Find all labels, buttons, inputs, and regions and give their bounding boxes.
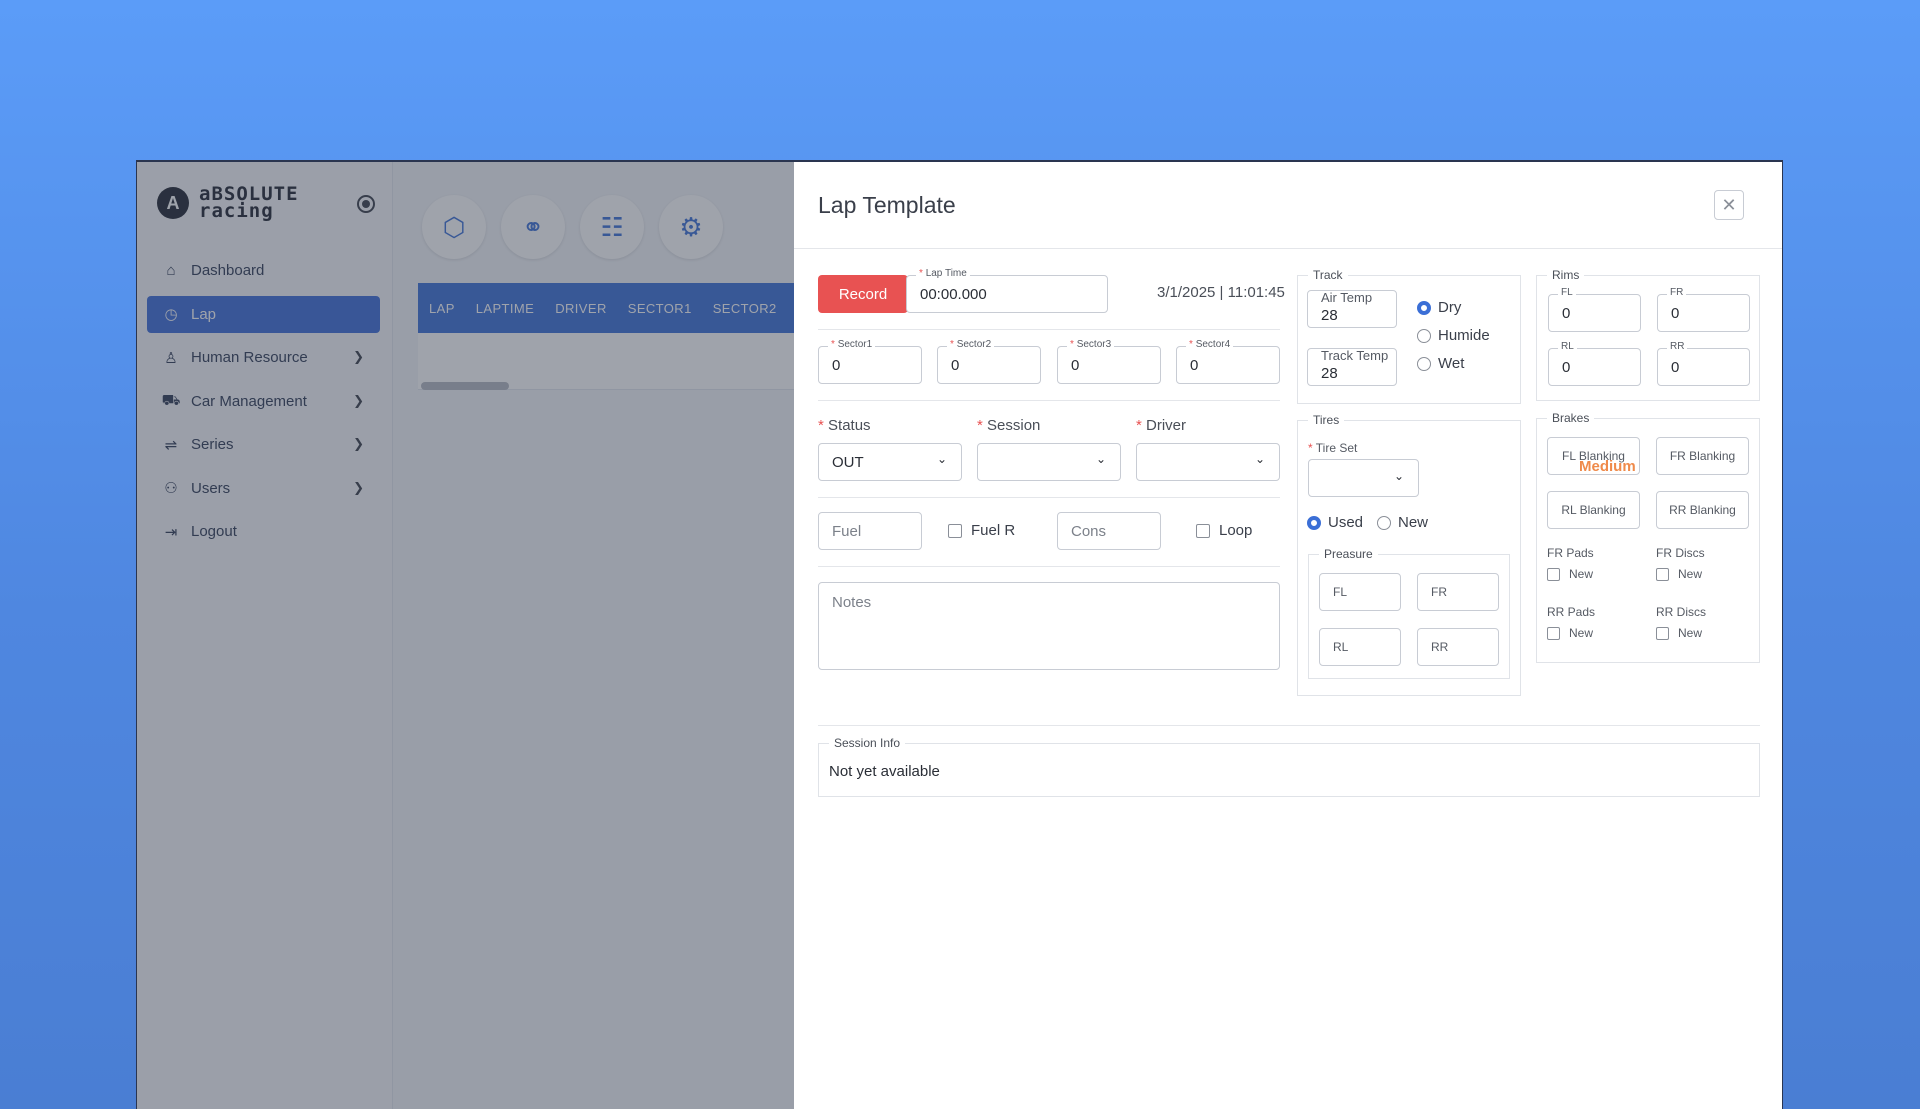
divider [794, 248, 1782, 249]
field-label: * Lap Time [916, 268, 970, 279]
pressure-rr-input[interactable]: RR [1417, 628, 1499, 666]
divider [818, 566, 1280, 567]
tire-set-select[interactable]: ⌄ [1308, 459, 1419, 497]
status-select[interactable]: OUT ⌄ [818, 443, 962, 481]
rr-blanking-button[interactable]: RR Blanking [1656, 491, 1749, 529]
rr-discs-new-checkbox[interactable]: New [1656, 626, 1702, 640]
lap-time-field[interactable]: * Lap Time 00:00.000 [906, 268, 1108, 313]
radio-dry[interactable]: Dry [1417, 299, 1461, 316]
notes-textarea[interactable]: Notes [818, 582, 1280, 670]
brakes-fieldset: Brakes FL Blanking FR Blanking RL Blanki… [1536, 411, 1760, 663]
sector2-field[interactable]: * Sector2 0 [937, 339, 1041, 384]
pressure-fl-input[interactable]: FL [1319, 573, 1401, 611]
driver-label: * Driver [1136, 417, 1187, 434]
track-legend: Track [1308, 268, 1348, 282]
air-temp-field[interactable]: Air Temp 28 [1307, 290, 1397, 328]
sector3-field[interactable]: * Sector3 0 [1057, 339, 1161, 384]
status-label: * Status [818, 417, 871, 434]
fr-blanking-button[interactable]: FR Blanking [1656, 437, 1749, 475]
radio-new[interactable]: New [1377, 514, 1428, 531]
rl-blanking-button[interactable]: RL Blanking [1547, 491, 1640, 529]
session-label: * Session [977, 417, 1041, 434]
track-temp-field[interactable]: Track Temp 28 [1307, 348, 1397, 386]
divider [818, 329, 1280, 330]
radio-icon [1417, 328, 1431, 343]
radio-used[interactable]: Used [1307, 514, 1363, 531]
rims-legend: Rims [1547, 268, 1585, 282]
fr-pads-new-checkbox[interactable]: New [1547, 567, 1593, 581]
radio-icon [1377, 515, 1391, 530]
pressure-fr-input[interactable]: FR [1417, 573, 1499, 611]
rim-rl-field[interactable]: RL 0 [1548, 341, 1641, 386]
radio-selected-icon [1417, 300, 1431, 315]
modal-backdrop[interactable] [137, 162, 795, 1109]
session-select[interactable]: ⌄ [977, 443, 1121, 481]
rims-fieldset: Rims FL 0 FR 0 RL 0 RR 0 [1536, 268, 1760, 401]
pressure-fieldset: Preasure FL FR RL RR [1308, 547, 1510, 679]
rim-fl-field[interactable]: FL 0 [1548, 287, 1641, 332]
loop-checkbox[interactable]: Loop [1196, 522, 1252, 539]
sector4-field[interactable]: * Sector4 0 [1176, 339, 1280, 384]
fr-discs-label: FR Discs [1656, 546, 1705, 560]
checkbox-box[interactable] [1196, 523, 1210, 538]
sector1-field[interactable]: * Sector1 0 [818, 339, 922, 384]
fuel-r-checkbox[interactable]: Fuel R [948, 522, 1015, 539]
divider [818, 497, 1280, 498]
tires-fieldset: Tires * Tire Set ⌄ Used New Preasure FL … [1297, 413, 1521, 696]
tires-legend: Tires [1308, 413, 1345, 427]
radio-wet[interactable]: Wet [1417, 355, 1464, 372]
rr-pads-label: RR Pads [1547, 605, 1596, 619]
checkbox-box[interactable] [948, 523, 962, 538]
rr-pads-new-checkbox[interactable]: New [1547, 626, 1593, 640]
rr-discs-label: RR Discs [1656, 605, 1706, 619]
app-window: A aBSOLUTE racing ⌂ Dashboard ◷ Lap ♙ Hu… [136, 160, 1783, 1109]
session-info-fieldset: Session Info Not yet available [818, 736, 1760, 797]
cons-input[interactable]: Cons [1057, 512, 1161, 550]
lap-datetime: 3/1/2025 | 11:01:45 [1157, 284, 1285, 301]
track-fieldset: Track Air Temp 28 Track Temp 28 Dry Humi… [1297, 268, 1521, 404]
chevron-down-icon: ⌄ [1095, 452, 1106, 466]
modal-title: Lap Template [818, 192, 956, 218]
tire-set-label: * Tire Set [1308, 441, 1358, 455]
pressure-legend: Preasure [1319, 547, 1378, 561]
chevron-down-icon: ⌄ [1393, 469, 1404, 483]
divider [818, 725, 1760, 726]
brakes-legend: Brakes [1547, 411, 1595, 425]
lap-time-value: 00:00.000 [920, 285, 987, 303]
driver-select[interactable]: ⌄ [1136, 443, 1280, 481]
close-icon[interactable]: ✕ [1714, 190, 1744, 220]
radio-humide[interactable]: Humide [1417, 327, 1490, 344]
chevron-down-icon: ⌄ [936, 452, 947, 466]
rim-rr-field[interactable]: RR 0 [1657, 341, 1750, 386]
fuel-input[interactable]: Fuel [818, 512, 922, 550]
session-info-legend: Session Info [829, 736, 906, 750]
lap-template-modal: Lap Template ✕ Record * Lap Time 00:00.0… [794, 162, 1782, 1109]
divider [818, 400, 1280, 401]
rim-fr-field[interactable]: FR 0 [1657, 287, 1750, 332]
fr-discs-new-checkbox[interactable]: New [1656, 567, 1702, 581]
chevron-down-icon: ⌄ [1254, 452, 1265, 466]
fl-blanking-button[interactable]: FL Blanking [1547, 437, 1640, 475]
radio-icon [1417, 356, 1431, 371]
fr-pads-label: FR Pads [1547, 546, 1594, 560]
pressure-rl-input[interactable]: RL [1319, 628, 1401, 666]
session-info-text: Not yet available [829, 763, 940, 780]
radio-selected-icon [1307, 515, 1321, 530]
record-button[interactable]: Record [818, 275, 908, 313]
